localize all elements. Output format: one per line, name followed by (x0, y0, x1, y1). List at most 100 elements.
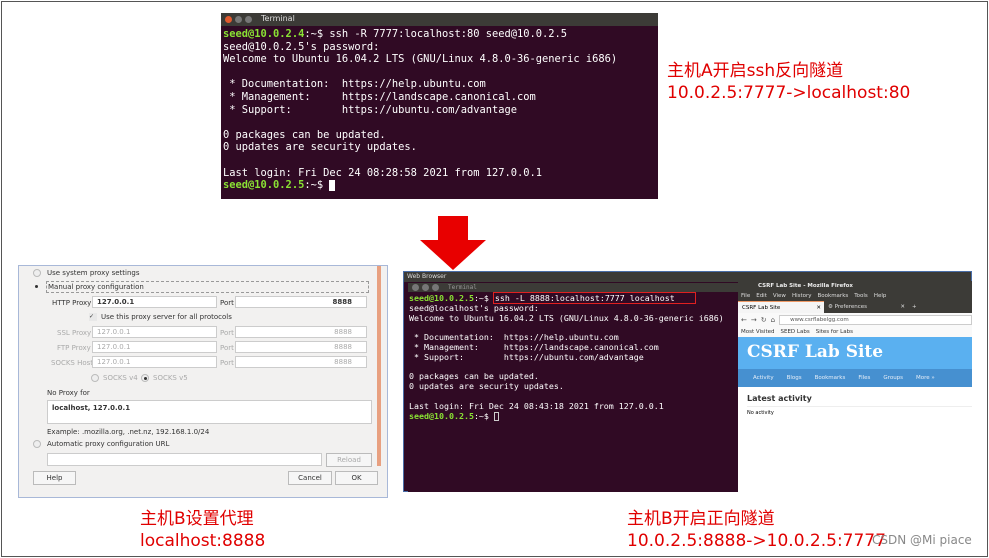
label: Port (220, 329, 234, 337)
url-bar[interactable]: www.csrflabelgg.com (779, 315, 972, 325)
label: SSL Proxy (57, 329, 92, 337)
tab-csrf-lab-site[interactable]: CSRF Lab Site ✕ (738, 301, 824, 313)
caption-line: 主机A开启ssh反向隧道 (667, 61, 844, 81)
menu-item[interactable]: File (741, 291, 750, 301)
label: Port (220, 299, 234, 307)
caption-host-b-proxy: 主机B设置代理 localhost:8888 (140, 508, 265, 552)
help-button[interactable]: Help (33, 471, 76, 485)
no-activity-text: No activity (747, 410, 774, 416)
new-tab-icon[interactable]: + (908, 301, 917, 313)
caption-host-a: 主机A开启ssh反向隧道 10.0.2.5:7777->localhost:80 (667, 60, 910, 104)
down-arrow-icon (420, 216, 486, 270)
bookmark-item[interactable]: Most Visited (741, 327, 774, 337)
terminal-line: * Support: https://ubuntu.com/advantage (223, 103, 518, 116)
radio-socks5[interactable] (141, 374, 149, 382)
terminal-line: 0 packages can be updated. (223, 128, 386, 141)
ftp-proxy-input[interactable]: 127.0.0.1 (92, 341, 217, 353)
cursor (493, 411, 499, 421)
nav-item[interactable]: Groups (883, 369, 903, 387)
cancel-button[interactable]: Cancel (288, 471, 332, 485)
bookmark-item[interactable]: Sites for Labs (816, 327, 853, 337)
home-icon[interactable]: ⌂ (771, 316, 775, 324)
radio-manual-proxy[interactable] (33, 283, 41, 291)
auto-proxy-url-input[interactable] (47, 453, 322, 466)
caption-line: localhost:8888 (140, 531, 266, 551)
terminal-line: Welcome to Ubuntu 16.04.2 LTS (GNU/Linux… (409, 312, 724, 323)
menu-item[interactable]: Help (874, 291, 887, 301)
caption-host-b-tunnel: 主机B开启正向隧道 10.0.2.5:8888->10.0.2.5:7777 (627, 508, 886, 552)
proxy-settings-dialog: Use system proxy settings Manual proxy c… (18, 265, 388, 498)
label: SOCKS Host (51, 359, 94, 367)
label: Port (220, 359, 234, 367)
ssl-port-input[interactable]: 8888 (235, 326, 367, 338)
socks-port-input[interactable]: 8888 (235, 356, 367, 368)
prompt: seed@10.0.2.5 (409, 293, 474, 303)
radio-socks4[interactable] (91, 374, 99, 382)
ok-button[interactable]: OK (335, 471, 378, 485)
no-proxy-textarea[interactable]: localhost, 127.0.0.1 (47, 400, 372, 424)
radio-auto-proxy[interactable] (33, 440, 41, 448)
back-icon[interactable]: ← (741, 316, 747, 324)
menu-item[interactable]: View (773, 291, 786, 301)
label: Manual proxy configuration (46, 281, 369, 293)
terminal-title: Terminal (261, 14, 295, 24)
highlighted-command: ssh -L 8888:localhost:7777 localhost (492, 292, 696, 304)
url-text: www.csrflabelgg.com (790, 317, 849, 323)
label: SOCKS v4 (103, 374, 138, 382)
label: HTTP Proxy (52, 299, 92, 307)
nav-item[interactable]: Bookmarks (815, 369, 846, 387)
reload-button[interactable]: Reload (326, 453, 372, 467)
firefox-window: CSRF Lab Site - Mozilla Firefox File Edit… (738, 281, 972, 492)
menu-item[interactable]: Tools (854, 291, 868, 301)
terminal-line: Welcome to Ubuntu 16.04.2 LTS (GNU/Linux… (223, 53, 618, 66)
command: :~$ ssh -R 7777:localhost:80 seed@10.0.2… (304, 28, 568, 40)
terminal-host-b: Terminal seed@10.0.2.5:~$ ssh -L 8888:lo… (408, 283, 739, 492)
caption-line: 主机B设置代理 (140, 509, 254, 529)
nav-item[interactable]: Blogs (787, 369, 802, 387)
prompt: seed@10.0.2.4 (223, 28, 305, 40)
tab-label: Preferences (834, 304, 868, 310)
tab-label: CSRF Lab Site (742, 305, 781, 311)
socks-host-input[interactable]: 127.0.0.1 (92, 356, 217, 368)
close-icon[interactable]: ✕ (900, 301, 905, 313)
menu-item[interactable]: Bookmarks (818, 291, 849, 301)
site-title: CSRF Lab Site (738, 337, 972, 369)
prompt: seed@10.0.2.5 (409, 410, 474, 421)
tab-preferences[interactable]: ⚙ Preferences ✕ (824, 301, 908, 313)
caption-line: 主机B开启正向隧道 (627, 509, 775, 529)
terminal-line: * Documentation: https://help.ubuntu.com (223, 78, 486, 91)
prompt: seed@10.0.2.5 (223, 179, 305, 192)
forward-icon[interactable]: → (751, 316, 757, 324)
label: Use system proxy settings (47, 269, 140, 277)
radio-system-proxy[interactable] (33, 269, 41, 277)
http-port-input[interactable]: 8888 (235, 296, 367, 308)
example-text: Example: .mozilla.org, .net.nz, 192.168.… (47, 428, 210, 436)
ssl-proxy-input[interactable]: 127.0.0.1 (92, 326, 217, 338)
menu-item[interactable]: History (792, 291, 812, 301)
command: :~$ (473, 410, 494, 421)
http-proxy-input[interactable]: 127.0.0.1 (92, 296, 217, 308)
latest-activity-heading: Latest activity (747, 394, 972, 407)
terminal-line: 0 updates are security updates. (223, 141, 417, 154)
terminal-line: * Support: https://ubuntu.com/advantage (409, 351, 644, 362)
cursor (329, 179, 336, 191)
caption-line: 10.0.2.5:7777->localhost:80 (667, 83, 911, 103)
prompt-suffix: :~$ (473, 293, 494, 303)
nav-item[interactable]: Files (858, 369, 870, 387)
ftp-port-input[interactable]: 8888 (235, 341, 367, 353)
nav-item[interactable]: Activity (753, 369, 774, 387)
nav-item[interactable]: More » (916, 369, 935, 387)
scrollbar[interactable] (377, 266, 381, 466)
terminal-line: Last login: Fri Dec 24 08:28:58 2021 fro… (223, 166, 543, 179)
terminal-line: seed@10.0.2.5's password: (223, 40, 380, 53)
label: No Proxy for (47, 389, 90, 397)
menu-item[interactable]: Edit (756, 291, 767, 301)
reload-icon[interactable]: ↻ (761, 316, 767, 324)
label: Port (220, 344, 234, 352)
close-icon[interactable]: ✕ (816, 302, 821, 314)
terminal-line: * Management: https://landscape.canonica… (223, 90, 536, 103)
bookmark-item[interactable]: SEED Labs (780, 327, 809, 337)
checkbox-icon[interactable]: ✓ (89, 313, 97, 321)
